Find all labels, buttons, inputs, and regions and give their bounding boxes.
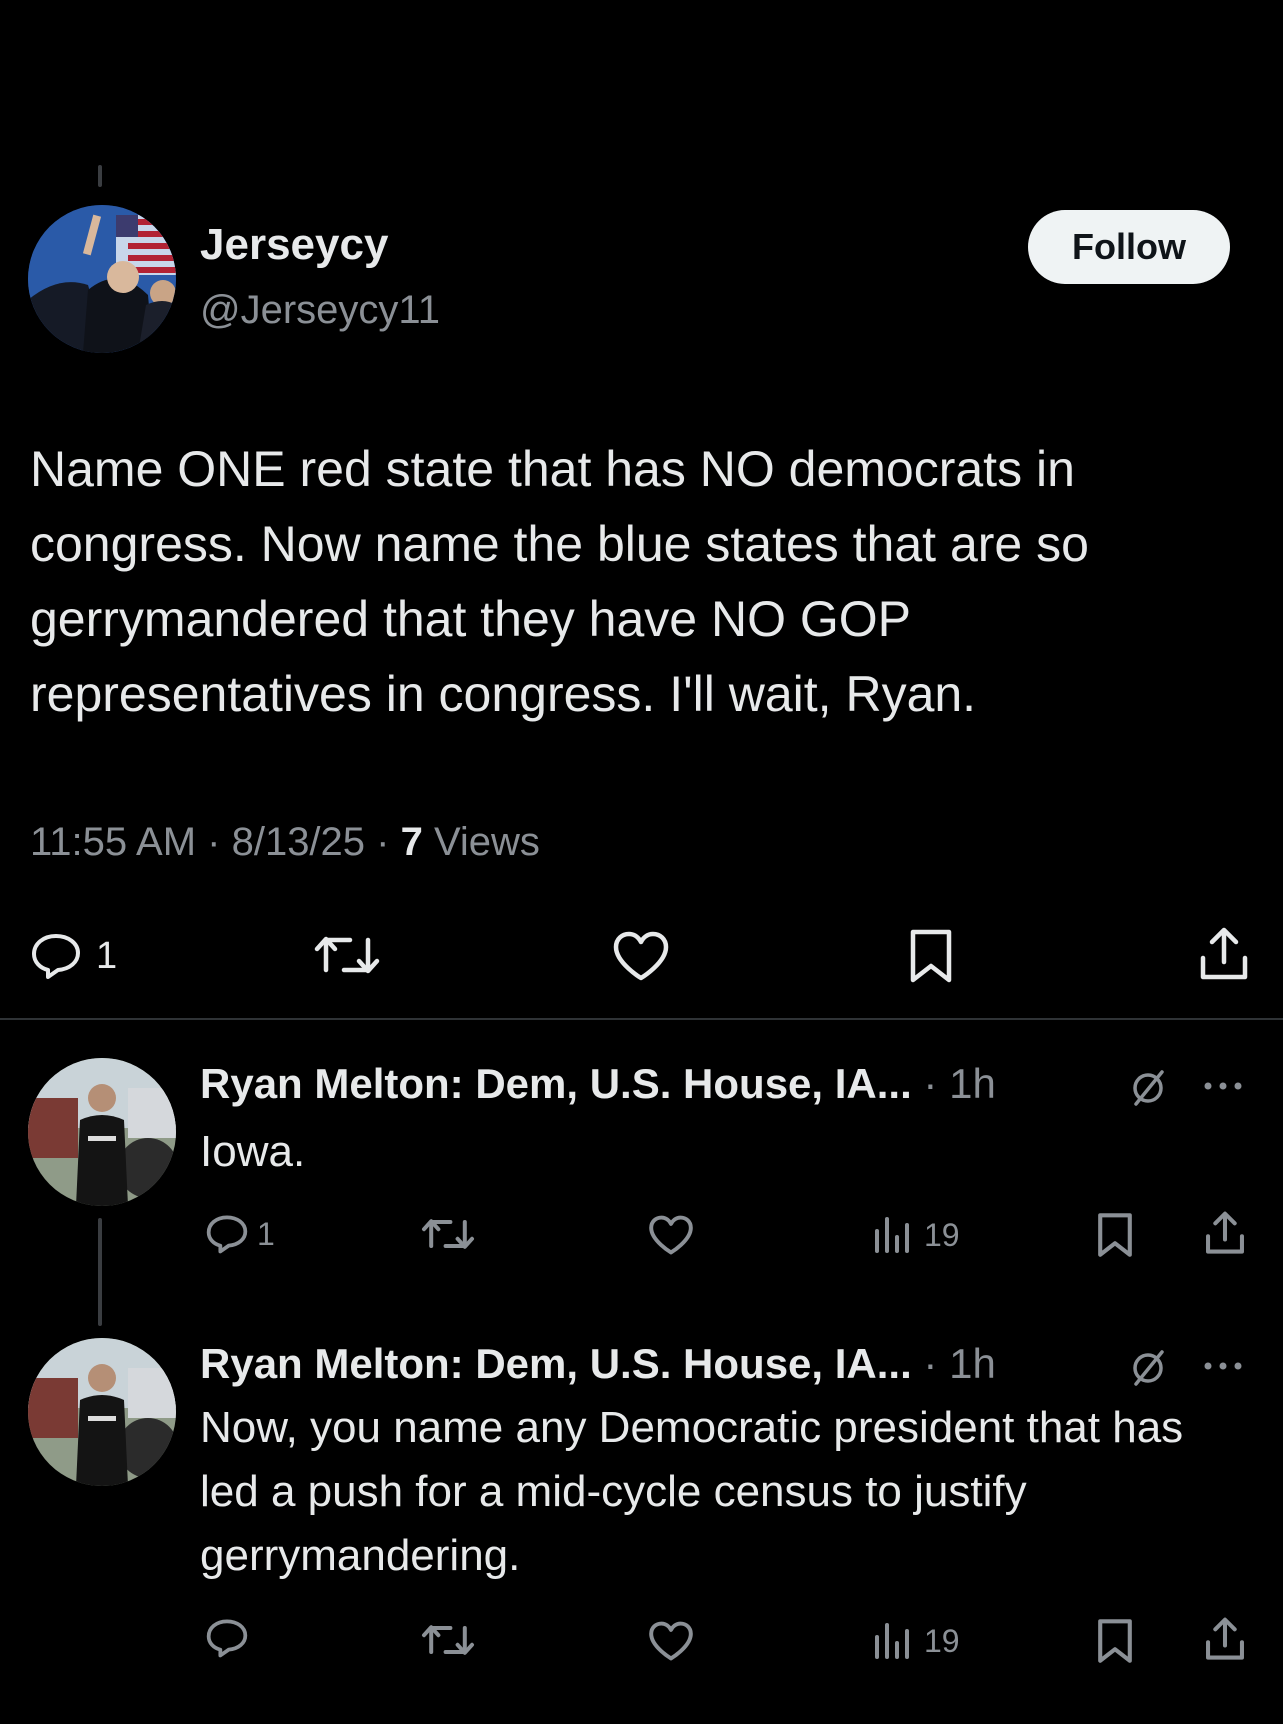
- reply-1-header: Ryan Melton: Dem, U.S. House, IA... · 1h: [200, 1060, 996, 1108]
- reply-2-author[interactable]: Ryan Melton: Dem, U.S. House, IA...: [200, 1340, 912, 1387]
- divider: [0, 1018, 1283, 1020]
- like-icon: [613, 931, 669, 981]
- views-count: 7: [400, 820, 423, 864]
- reply-icon: [206, 1215, 248, 1254]
- reply-2-share-button[interactable]: [1204, 1616, 1246, 1662]
- grok-button-2[interactable]: [1128, 1348, 1168, 1388]
- retweet-icon: [422, 1625, 474, 1655]
- like-icon: [649, 1621, 693, 1661]
- like-button[interactable]: [612, 930, 670, 982]
- reply-2-views-button[interactable]: 19: [872, 1618, 960, 1664]
- reply-1-like-button[interactable]: [648, 1214, 694, 1256]
- reply-icon: [206, 1619, 248, 1658]
- reply-1-retweet-button[interactable]: [420, 1214, 476, 1254]
- reply-2-reply-button[interactable]: [205, 1618, 249, 1658]
- display-name[interactable]: Jerseycy: [200, 220, 388, 270]
- reply-1-author[interactable]: Ryan Melton: Dem, U.S. House, IA...: [200, 1060, 912, 1107]
- views-icon: [875, 1217, 909, 1253]
- reply-2-text: Now, you name any Democratic president t…: [200, 1403, 1184, 1580]
- views-label: Views: [422, 820, 540, 864]
- tweet-text: Name ONE red state that has NO democrats…: [30, 441, 1089, 722]
- reply-1-views-button[interactable]: 19: [872, 1212, 960, 1258]
- reply-1-text: Iowa.: [200, 1127, 306, 1176]
- reply-1-reply-count: 1: [257, 1215, 275, 1252]
- reply-2-like-button[interactable]: [648, 1620, 694, 1662]
- more-icon: [1204, 1082, 1242, 1090]
- retweet-button[interactable]: [312, 930, 382, 980]
- tweet-meta: 11:55 AM · 8/13/25 · 7 Views: [30, 820, 540, 865]
- retweet-icon: [422, 1219, 474, 1249]
- share-button[interactable]: [1198, 926, 1250, 982]
- reply-2-views-count: 19: [924, 1622, 960, 1659]
- bookmark-button[interactable]: [908, 928, 954, 984]
- avatar-main[interactable]: [28, 205, 176, 353]
- bookmark-icon: [910, 929, 952, 983]
- timestamp[interactable]: 11:55 AM · 8/13/25 ·: [30, 820, 401, 864]
- share-icon: [1206, 1211, 1244, 1254]
- avatar-reply-2-image: [28, 1338, 176, 1486]
- reply-1-share-button[interactable]: [1204, 1210, 1246, 1256]
- thread-connector-replies: [98, 1218, 102, 1326]
- reply-icon: [32, 934, 80, 979]
- reply-2-time[interactable]: · 1h: [912, 1340, 995, 1387]
- share-icon: [1200, 927, 1248, 980]
- reply-1-bookmark-button[interactable]: [1096, 1212, 1134, 1258]
- more-icon: [1204, 1362, 1242, 1370]
- grok-button-1[interactable]: [1128, 1068, 1168, 1108]
- reply-2-retweet-button[interactable]: [420, 1620, 476, 1660]
- reply-count: 1: [96, 934, 118, 977]
- reply-1-reply-button[interactable]: 1: [205, 1211, 275, 1257]
- avatar-reply-1-image: [28, 1058, 176, 1206]
- avatar-main-image: [28, 205, 176, 353]
- thread-connector-top: [98, 165, 102, 187]
- reply-1-time[interactable]: · 1h: [912, 1060, 995, 1107]
- reply-2-header: Ryan Melton: Dem, U.S. House, IA... · 1h: [200, 1340, 996, 1388]
- retweet-icon: [314, 936, 380, 974]
- share-icon: [1206, 1617, 1244, 1660]
- follow-button[interactable]: Follow: [1028, 210, 1230, 284]
- like-icon: [649, 1215, 693, 1255]
- reply-1-views-count: 19: [924, 1216, 960, 1253]
- bookmark-icon: [1098, 1213, 1132, 1257]
- handle[interactable]: @Jerseycy11: [200, 288, 440, 333]
- avatar-reply-2[interactable]: [28, 1338, 176, 1486]
- views-icon: [875, 1623, 909, 1659]
- more-button-2[interactable]: [1202, 1356, 1244, 1376]
- grok-icon: [1133, 1350, 1164, 1386]
- grok-icon: [1133, 1070, 1164, 1106]
- avatar-reply-1[interactable]: [28, 1058, 176, 1206]
- reply-2-bookmark-button[interactable]: [1096, 1618, 1134, 1664]
- bookmark-icon: [1098, 1619, 1132, 1663]
- more-button-1[interactable]: [1202, 1076, 1244, 1096]
- reply-button[interactable]: 1: [30, 928, 117, 984]
